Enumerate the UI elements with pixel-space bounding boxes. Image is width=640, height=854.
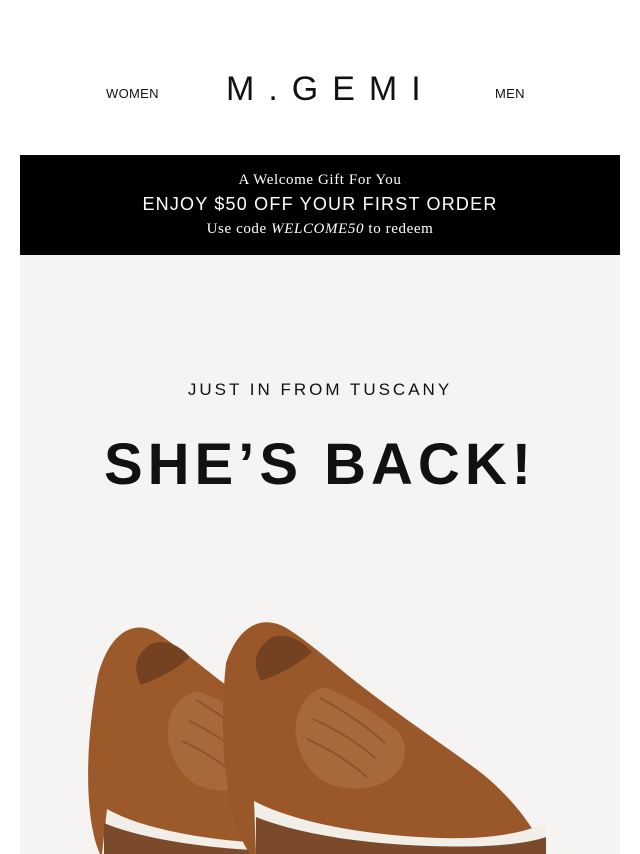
promo-banner[interactable]: A Welcome Gift For You ENJOY $50 OFF YOU… <box>20 155 620 255</box>
loafer-pair-image[interactable] <box>20 595 620 854</box>
hero-headline: SHE’S BACK! <box>103 432 537 497</box>
email-header: WOMEN M.GEMI MEN <box>0 0 640 155</box>
nav-men-link[interactable]: MEN <box>495 86 525 101</box>
promo-code-suffix: to redeem <box>368 221 434 237</box>
promo-offer: ENJOY $50 OFF YOUR FIRST ORDER <box>142 194 498 214</box>
hero-section[interactable]: JUST IN FROM TUSCANY SHE’S BACK! <box>20 255 620 854</box>
nav-women-link[interactable]: WOMEN <box>106 86 159 101</box>
promo-subtitle: A Welcome Gift For You <box>238 172 402 188</box>
promo-code-prefix: Use code <box>206 221 267 237</box>
promo-code-text: Use code WELCOME50 to redeem <box>20 221 620 238</box>
loafer-right <box>222 622 546 854</box>
brand-logo[interactable]: M.GEMI <box>226 70 435 109</box>
promo-code: WELCOME50 <box>271 221 365 237</box>
hero-kicker: JUST IN FROM TUSCANY <box>187 380 453 399</box>
